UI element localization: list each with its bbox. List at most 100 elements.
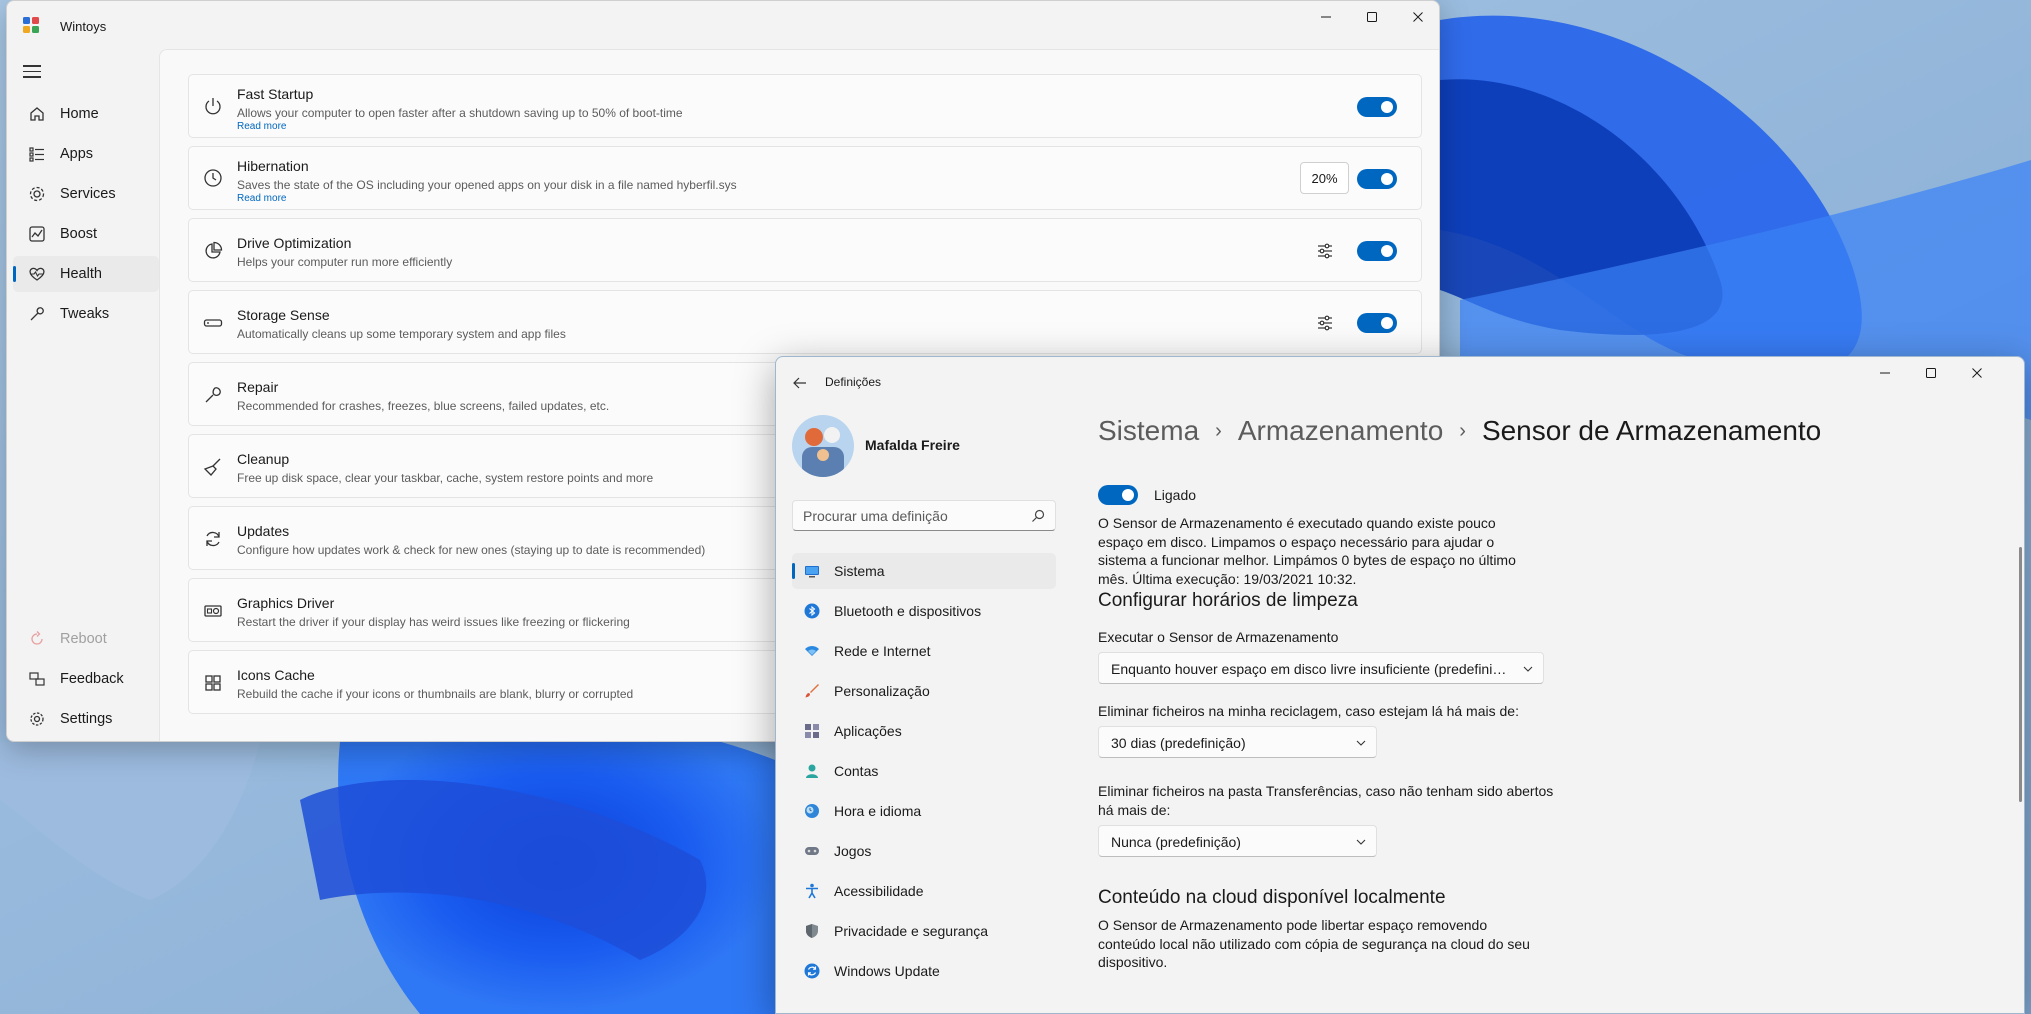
hamburger-menu-icon[interactable] <box>23 65 41 79</box>
search-placeholder: Procurar uma definição <box>803 508 948 524</box>
recycle-bin-dropdown[interactable]: 30 dias (predefinição) <box>1098 726 1377 758</box>
wintoys-titlebar[interactable]: Wintoys <box>7 1 1439 49</box>
nav-label: Boost <box>60 226 98 242</box>
settings-nav-sistema[interactable]: Sistema <box>792 553 1056 589</box>
nav-label: Health <box>60 266 102 282</box>
settings-nav-accessibility[interactable]: Acessibilidade <box>792 873 1056 909</box>
home-icon <box>30 107 44 121</box>
scrollbar[interactable] <box>2019 547 2022 802</box>
settings-nav-label: Rede e Internet <box>834 643 931 659</box>
settings-nav-personalization[interactable]: Personalização <box>792 673 1056 709</box>
settings-nav-network[interactable]: Rede e Internet <box>792 633 1056 669</box>
settings-title: Definições <box>825 375 882 389</box>
avatar[interactable] <box>792 415 854 477</box>
card-title: Storage Sense <box>237 307 330 323</box>
bluetooth-icon <box>804 603 820 619</box>
storage-drive-icon <box>203 319 223 327</box>
storage-sense-toggle[interactable] <box>1357 313 1397 333</box>
card-description: Allows your computer to open faster afte… <box>237 106 683 120</box>
nav-item-boost[interactable]: Boost <box>13 216 159 252</box>
settings-nav-label: Personalização <box>834 683 930 699</box>
nav-label: Services <box>60 186 116 202</box>
settings-nav-windows-update[interactable]: Windows Update <box>792 953 1056 989</box>
wintoys-logo-icon <box>23 17 39 33</box>
settings-minimize-button[interactable] <box>1862 357 1908 389</box>
back-arrow-icon[interactable] <box>792 375 808 391</box>
settings-nav-time-language[interactable]: Hora e idioma <box>792 793 1056 829</box>
tune-settings-icon[interactable] <box>1315 241 1335 261</box>
settings-nav-label: Contas <box>834 763 879 779</box>
cloud-content-description: O Sensor de Armazenamento pode libertar … <box>1098 917 1530 970</box>
read-more-link[interactable]: Read more <box>237 193 286 204</box>
breadcrumb-sistema[interactable]: Sistema <box>1098 415 1199 446</box>
downloads-dropdown[interactable]: Nunca (predefinição) <box>1098 825 1377 857</box>
gaming-icon <box>805 847 819 855</box>
search-icon[interactable] <box>1031 509 1045 523</box>
nav-item-health[interactable]: Health <box>13 256 159 292</box>
tweaks-icon <box>30 307 44 321</box>
nav-item-apps[interactable]: Apps <box>13 136 159 172</box>
breadcrumb-armazenamento[interactable]: Armazenamento <box>1238 415 1443 446</box>
power-icon <box>205 98 221 115</box>
card-title: Hibernation <box>237 158 309 174</box>
close-button[interactable] <box>1395 1 1439 33</box>
system-icon <box>805 566 819 578</box>
settings-nav-accounts[interactable]: Contas <box>792 753 1056 789</box>
card-hibernation: Hibernation Saves the state of the OS in… <box>188 146 1422 210</box>
nav-item-feedback[interactable]: Feedback <box>13 661 159 697</box>
settings-nav-label: Sistema <box>834 563 885 579</box>
active-indicator <box>13 266 16 282</box>
settings-window: Definições Mafalda Freire Procurar uma d… <box>775 356 2025 1014</box>
storage-sense-description: O Sensor de Armazenamento é executado qu… <box>1098 515 1516 587</box>
hibernation-percent-input[interactable]: 20% <box>1300 162 1349 194</box>
settings-nav-label: Aplicações <box>834 723 902 739</box>
card-title: Icons Cache <box>237 667 315 683</box>
breadcrumb-current: Sensor de Armazenamento <box>1481 415 1822 446</box>
settings-nav-apps[interactable]: Aplicações <box>792 713 1056 749</box>
hibernation-toggle[interactable] <box>1357 169 1397 189</box>
nav-item-reboot[interactable]: Reboot <box>13 621 159 657</box>
fast-startup-toggle[interactable] <box>1357 97 1397 117</box>
chevron-right-icon: › <box>1215 420 1222 442</box>
services-icon <box>29 186 45 202</box>
user-name: Mafalda Freire <box>865 437 960 453</box>
window-title: Wintoys <box>60 19 107 34</box>
card-title: Updates <box>237 523 290 539</box>
nav-label: Reboot <box>60 631 107 647</box>
settings-search-input[interactable]: Procurar uma definição <box>792 500 1056 531</box>
apps-icon <box>805 724 819 738</box>
storage-sense-on-toggle[interactable] <box>1098 485 1138 505</box>
accounts-icon <box>806 764 818 778</box>
card-title: Graphics Driver <box>237 595 335 611</box>
settings-nav-label: Acessibilidade <box>834 883 924 899</box>
read-more-link[interactable]: Read more <box>237 121 286 132</box>
personalization-icon <box>805 684 819 698</box>
settings-maximize-button[interactable] <box>1908 357 1954 389</box>
nav-label: Settings <box>60 711 113 727</box>
settings-nav-privacy[interactable]: Privacidade e segurança <box>792 913 1056 949</box>
nav-item-tweaks[interactable]: Tweaks <box>13 296 159 332</box>
chevron-right-icon: › <box>1459 420 1466 442</box>
settings-nav-gaming[interactable]: Jogos <box>792 833 1056 869</box>
network-icon <box>805 646 819 656</box>
nav-item-services[interactable]: Services <box>13 176 159 212</box>
card-description: Helps your computer run more efficiently <box>237 255 453 269</box>
close-icon <box>1972 368 1982 378</box>
card-description: Configure how updates work & check for n… <box>237 543 706 557</box>
nav-item-settings[interactable]: Settings <box>13 701 159 737</box>
tune-settings-icon[interactable] <box>1315 313 1335 333</box>
settings-nav-bluetooth[interactable]: Bluetooth e dispositivos <box>792 593 1056 629</box>
settings-close-button[interactable] <box>1954 357 2000 389</box>
maximize-button[interactable] <box>1349 1 1395 33</box>
apps-icon <box>29 147 44 162</box>
pie-chart-icon <box>205 241 223 259</box>
minimize-button[interactable] <box>1303 1 1349 33</box>
nav-item-home[interactable]: Home <box>13 96 159 132</box>
drive-optimization-toggle[interactable] <box>1357 241 1397 261</box>
card-title: Repair <box>237 379 279 395</box>
time-language-icon <box>805 804 819 818</box>
settings-nav-label: Jogos <box>834 843 872 859</box>
card-title: Drive Optimization <box>237 235 352 251</box>
run-storage-sense-dropdown[interactable]: Enquanto houver espaço em disco livre in… <box>1098 652 1544 684</box>
accessibility-icon <box>806 883 818 899</box>
